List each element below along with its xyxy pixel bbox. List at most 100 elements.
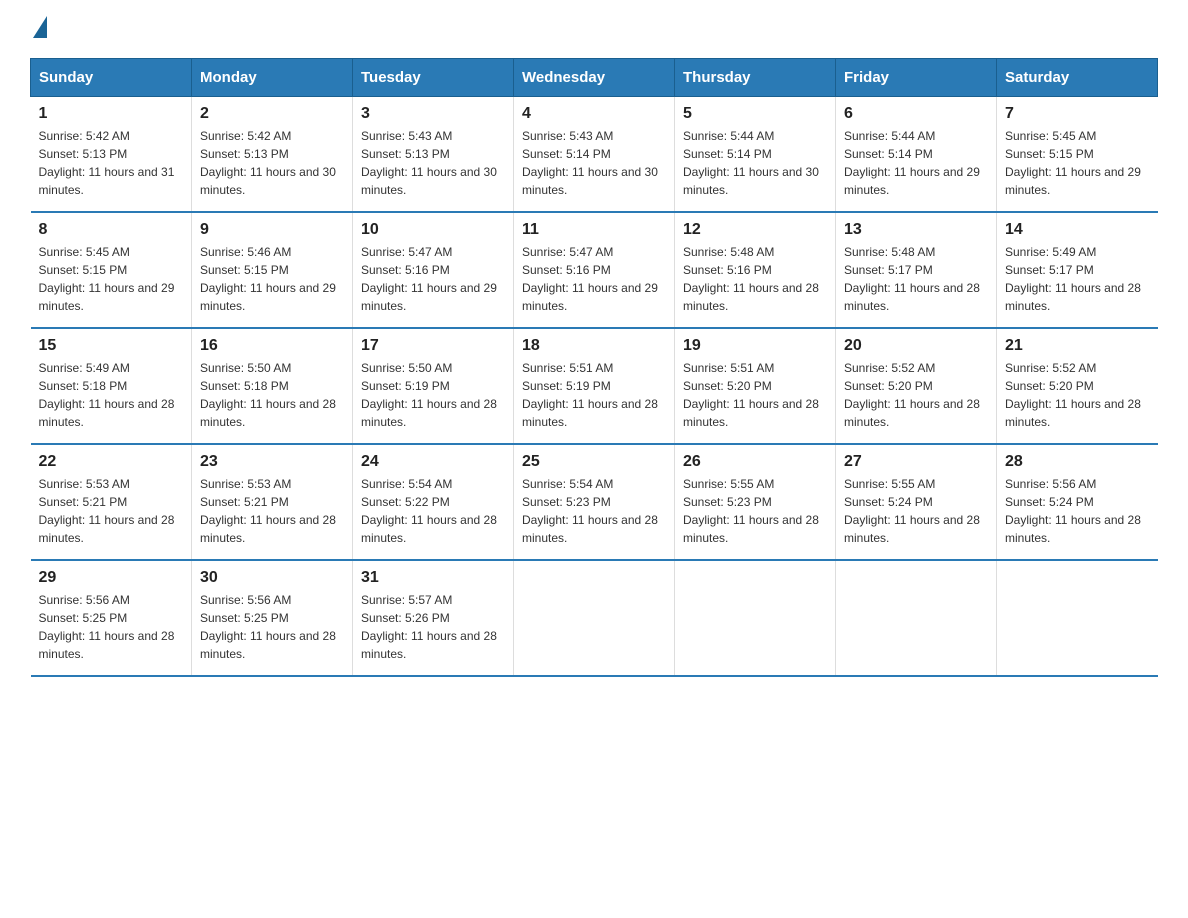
day-number: 20 bbox=[844, 337, 988, 355]
day-number: 14 bbox=[1005, 221, 1150, 239]
calendar-cell bbox=[514, 560, 675, 676]
logo bbox=[30, 20, 47, 38]
day-number: 22 bbox=[39, 453, 184, 471]
day-info: Sunrise: 5:52 AM Sunset: 5:20 PM Dayligh… bbox=[1005, 359, 1150, 431]
header-day-tuesday: Tuesday bbox=[353, 59, 514, 97]
day-number: 3 bbox=[361, 105, 505, 123]
day-info: Sunrise: 5:47 AM Sunset: 5:16 PM Dayligh… bbox=[522, 243, 666, 315]
calendar-cell: 30 Sunrise: 5:56 AM Sunset: 5:25 PM Dayl… bbox=[192, 560, 353, 676]
header-day-sunday: Sunday bbox=[31, 59, 192, 97]
day-info: Sunrise: 5:46 AM Sunset: 5:15 PM Dayligh… bbox=[200, 243, 344, 315]
day-number: 6 bbox=[844, 105, 988, 123]
calendar-table: SundayMondayTuesdayWednesdayThursdayFrid… bbox=[30, 58, 1158, 677]
day-info: Sunrise: 5:43 AM Sunset: 5:13 PM Dayligh… bbox=[361, 127, 505, 199]
day-info: Sunrise: 5:43 AM Sunset: 5:14 PM Dayligh… bbox=[522, 127, 666, 199]
day-number: 30 bbox=[200, 569, 344, 587]
calendar-cell: 9 Sunrise: 5:46 AM Sunset: 5:15 PM Dayli… bbox=[192, 212, 353, 328]
day-info: Sunrise: 5:55 AM Sunset: 5:23 PM Dayligh… bbox=[683, 475, 827, 547]
day-info: Sunrise: 5:42 AM Sunset: 5:13 PM Dayligh… bbox=[39, 127, 184, 199]
calendar-cell: 11 Sunrise: 5:47 AM Sunset: 5:16 PM Dayl… bbox=[514, 212, 675, 328]
calendar-cell: 24 Sunrise: 5:54 AM Sunset: 5:22 PM Dayl… bbox=[353, 444, 514, 560]
calendar-cell: 23 Sunrise: 5:53 AM Sunset: 5:21 PM Dayl… bbox=[192, 444, 353, 560]
header-day-wednesday: Wednesday bbox=[514, 59, 675, 97]
day-info: Sunrise: 5:56 AM Sunset: 5:24 PM Dayligh… bbox=[1005, 475, 1150, 547]
calendar-cell: 13 Sunrise: 5:48 AM Sunset: 5:17 PM Dayl… bbox=[836, 212, 997, 328]
day-number: 15 bbox=[39, 337, 184, 355]
day-number: 1 bbox=[39, 105, 184, 123]
calendar-cell: 14 Sunrise: 5:49 AM Sunset: 5:17 PM Dayl… bbox=[997, 212, 1158, 328]
day-info: Sunrise: 5:45 AM Sunset: 5:15 PM Dayligh… bbox=[1005, 127, 1150, 199]
calendar-header-row: SundayMondayTuesdayWednesdayThursdayFrid… bbox=[31, 59, 1158, 97]
day-info: Sunrise: 5:42 AM Sunset: 5:13 PM Dayligh… bbox=[200, 127, 344, 199]
calendar-cell: 12 Sunrise: 5:48 AM Sunset: 5:16 PM Dayl… bbox=[675, 212, 836, 328]
day-info: Sunrise: 5:53 AM Sunset: 5:21 PM Dayligh… bbox=[200, 475, 344, 547]
day-info: Sunrise: 5:54 AM Sunset: 5:22 PM Dayligh… bbox=[361, 475, 505, 547]
page-header bbox=[30, 20, 1158, 38]
day-number: 2 bbox=[200, 105, 344, 123]
day-info: Sunrise: 5:56 AM Sunset: 5:25 PM Dayligh… bbox=[39, 591, 184, 663]
day-info: Sunrise: 5:44 AM Sunset: 5:14 PM Dayligh… bbox=[683, 127, 827, 199]
header-day-saturday: Saturday bbox=[997, 59, 1158, 97]
day-number: 4 bbox=[522, 105, 666, 123]
day-number: 8 bbox=[39, 221, 184, 239]
day-info: Sunrise: 5:51 AM Sunset: 5:19 PM Dayligh… bbox=[522, 359, 666, 431]
day-info: Sunrise: 5:45 AM Sunset: 5:15 PM Dayligh… bbox=[39, 243, 184, 315]
calendar-cell: 16 Sunrise: 5:50 AM Sunset: 5:18 PM Dayl… bbox=[192, 328, 353, 444]
day-number: 19 bbox=[683, 337, 827, 355]
calendar-week-1: 1 Sunrise: 5:42 AM Sunset: 5:13 PM Dayli… bbox=[31, 97, 1158, 213]
calendar-cell: 27 Sunrise: 5:55 AM Sunset: 5:24 PM Dayl… bbox=[836, 444, 997, 560]
calendar-cell: 4 Sunrise: 5:43 AM Sunset: 5:14 PM Dayli… bbox=[514, 97, 675, 213]
day-number: 17 bbox=[361, 337, 505, 355]
calendar-cell bbox=[675, 560, 836, 676]
day-number: 16 bbox=[200, 337, 344, 355]
day-info: Sunrise: 5:55 AM Sunset: 5:24 PM Dayligh… bbox=[844, 475, 988, 547]
calendar-cell: 10 Sunrise: 5:47 AM Sunset: 5:16 PM Dayl… bbox=[353, 212, 514, 328]
calendar-cell: 1 Sunrise: 5:42 AM Sunset: 5:13 PM Dayli… bbox=[31, 97, 192, 213]
calendar-cell: 21 Sunrise: 5:52 AM Sunset: 5:20 PM Dayl… bbox=[997, 328, 1158, 444]
calendar-cell: 2 Sunrise: 5:42 AM Sunset: 5:13 PM Dayli… bbox=[192, 97, 353, 213]
day-number: 11 bbox=[522, 221, 666, 239]
day-number: 26 bbox=[683, 453, 827, 471]
header-day-monday: Monday bbox=[192, 59, 353, 97]
calendar-cell: 31 Sunrise: 5:57 AM Sunset: 5:26 PM Dayl… bbox=[353, 560, 514, 676]
calendar-cell: 17 Sunrise: 5:50 AM Sunset: 5:19 PM Dayl… bbox=[353, 328, 514, 444]
day-number: 13 bbox=[844, 221, 988, 239]
day-info: Sunrise: 5:54 AM Sunset: 5:23 PM Dayligh… bbox=[522, 475, 666, 547]
day-number: 5 bbox=[683, 105, 827, 123]
calendar-cell: 25 Sunrise: 5:54 AM Sunset: 5:23 PM Dayl… bbox=[514, 444, 675, 560]
day-number: 29 bbox=[39, 569, 184, 587]
day-number: 7 bbox=[1005, 105, 1150, 123]
calendar-cell: 15 Sunrise: 5:49 AM Sunset: 5:18 PM Dayl… bbox=[31, 328, 192, 444]
calendar-week-4: 22 Sunrise: 5:53 AM Sunset: 5:21 PM Dayl… bbox=[31, 444, 1158, 560]
calendar-cell bbox=[997, 560, 1158, 676]
day-info: Sunrise: 5:44 AM Sunset: 5:14 PM Dayligh… bbox=[844, 127, 988, 199]
calendar-cell: 22 Sunrise: 5:53 AM Sunset: 5:21 PM Dayl… bbox=[31, 444, 192, 560]
header-day-friday: Friday bbox=[836, 59, 997, 97]
day-info: Sunrise: 5:57 AM Sunset: 5:26 PM Dayligh… bbox=[361, 591, 505, 663]
calendar-cell: 7 Sunrise: 5:45 AM Sunset: 5:15 PM Dayli… bbox=[997, 97, 1158, 213]
calendar-cell: 20 Sunrise: 5:52 AM Sunset: 5:20 PM Dayl… bbox=[836, 328, 997, 444]
logo-triangle-icon bbox=[33, 16, 47, 38]
calendar-week-2: 8 Sunrise: 5:45 AM Sunset: 5:15 PM Dayli… bbox=[31, 212, 1158, 328]
calendar-cell: 3 Sunrise: 5:43 AM Sunset: 5:13 PM Dayli… bbox=[353, 97, 514, 213]
day-info: Sunrise: 5:49 AM Sunset: 5:17 PM Dayligh… bbox=[1005, 243, 1150, 315]
day-info: Sunrise: 5:49 AM Sunset: 5:18 PM Dayligh… bbox=[39, 359, 184, 431]
day-info: Sunrise: 5:51 AM Sunset: 5:20 PM Dayligh… bbox=[683, 359, 827, 431]
day-number: 31 bbox=[361, 569, 505, 587]
day-info: Sunrise: 5:50 AM Sunset: 5:18 PM Dayligh… bbox=[200, 359, 344, 431]
calendar-week-5: 29 Sunrise: 5:56 AM Sunset: 5:25 PM Dayl… bbox=[31, 560, 1158, 676]
calendar-cell: 18 Sunrise: 5:51 AM Sunset: 5:19 PM Dayl… bbox=[514, 328, 675, 444]
calendar-cell: 29 Sunrise: 5:56 AM Sunset: 5:25 PM Dayl… bbox=[31, 560, 192, 676]
day-number: 10 bbox=[361, 221, 505, 239]
calendar-cell: 19 Sunrise: 5:51 AM Sunset: 5:20 PM Dayl… bbox=[675, 328, 836, 444]
day-number: 28 bbox=[1005, 453, 1150, 471]
calendar-cell: 5 Sunrise: 5:44 AM Sunset: 5:14 PM Dayli… bbox=[675, 97, 836, 213]
day-number: 21 bbox=[1005, 337, 1150, 355]
day-number: 25 bbox=[522, 453, 666, 471]
day-number: 9 bbox=[200, 221, 344, 239]
day-info: Sunrise: 5:48 AM Sunset: 5:16 PM Dayligh… bbox=[683, 243, 827, 315]
day-info: Sunrise: 5:53 AM Sunset: 5:21 PM Dayligh… bbox=[39, 475, 184, 547]
day-info: Sunrise: 5:56 AM Sunset: 5:25 PM Dayligh… bbox=[200, 591, 344, 663]
day-number: 27 bbox=[844, 453, 988, 471]
day-info: Sunrise: 5:50 AM Sunset: 5:19 PM Dayligh… bbox=[361, 359, 505, 431]
